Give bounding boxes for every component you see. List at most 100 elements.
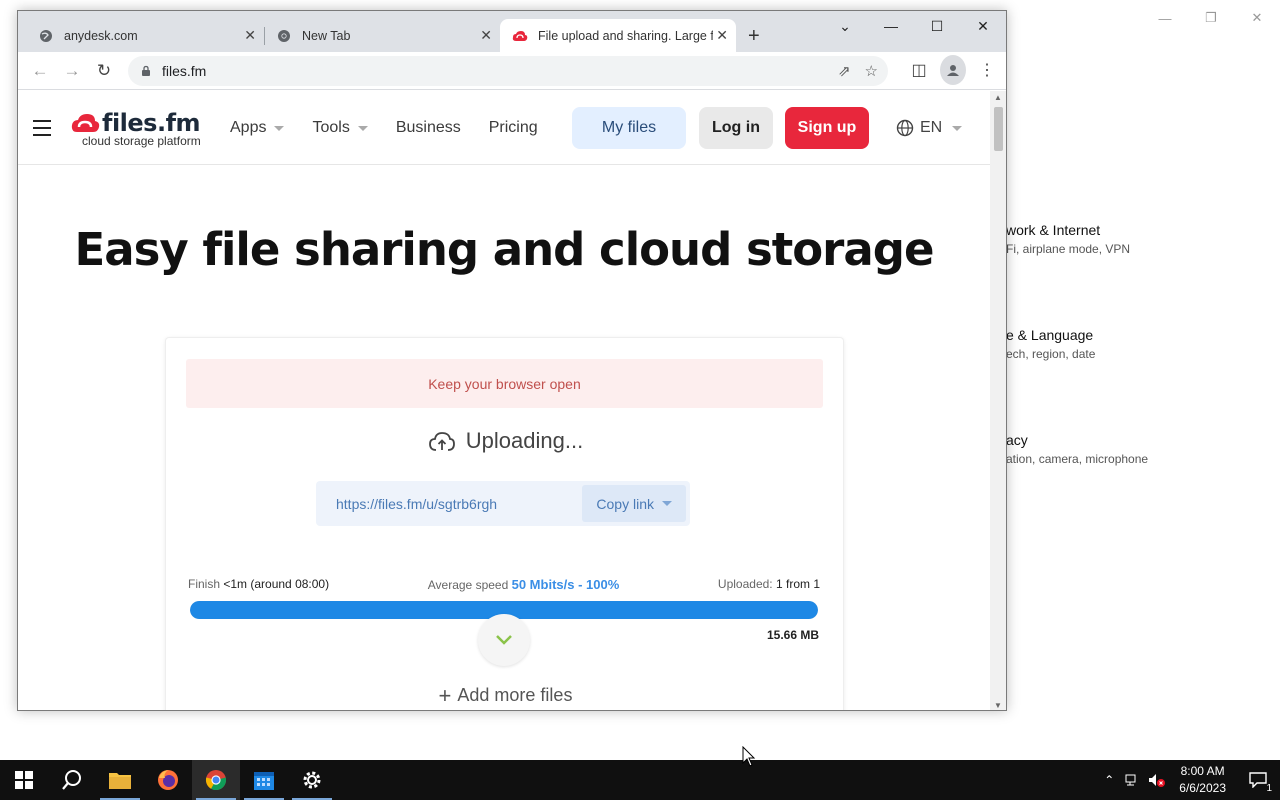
notification-center-icon[interactable]: 1 — [1236, 772, 1280, 794]
chevron-up-icon[interactable]: ⌃ — [1097, 773, 1121, 787]
browser-window: anydesk.com ✕ New Tab ✕ File upload and … — [17, 10, 1007, 711]
menu-kebab-icon[interactable]: ⋮ — [974, 55, 1000, 85]
close-tab-icon[interactable]: ✕ — [480, 27, 492, 44]
settings-category-network[interactable]: work & Internet Fi, airplane mode, VPN — [1006, 222, 1130, 256]
logo-tagline: cloud storage platform — [82, 134, 201, 148]
nav-label: Business — [395, 119, 461, 136]
chrome-taskbar-icon[interactable] — [192, 760, 240, 800]
firefox-icon[interactable] — [144, 760, 192, 800]
system-tray: ⌃ 8:00 AM 6/6/2023 1 — [1097, 760, 1280, 800]
copy-link-button[interactable]: Copy link — [582, 485, 686, 522]
tab-filesfm[interactable]: File upload and sharing. Large fil ✕ — [500, 19, 736, 52]
filesfm-logo[interactable]: files.fm cloud storage platform — [70, 109, 201, 148]
clock[interactable]: 8:00 AM 6/6/2023 — [1169, 763, 1236, 797]
category-title: e & Language — [1006, 327, 1094, 343]
my-files-button[interactable]: My files — [572, 107, 686, 149]
average-speed: Average speed 50 Mbits/s - 100% — [428, 577, 620, 592]
close-icon[interactable]: ✕ — [1234, 8, 1280, 28]
settings-gear-icon[interactable] — [288, 760, 336, 800]
language-selector[interactable]: EN — [896, 119, 963, 137]
back-icon[interactable]: ← — [24, 55, 56, 87]
reload-icon[interactable]: ↻ — [88, 55, 120, 87]
speed-label: Average speed — [427, 578, 509, 592]
uploaded-count: Uploaded: 1 from 1 — [718, 577, 820, 592]
category-subtitle: ech, region, date — [1006, 347, 1096, 361]
category-title: acy — [1006, 432, 1028, 448]
browser-window-controls: ⌄ — ☐ ✕ — [822, 11, 1006, 41]
uploaded-value: 1 from 1 — [775, 577, 820, 591]
finish-value: <1m (around 08:00) — [223, 577, 330, 591]
chevron-down-icon — [274, 125, 285, 131]
upload-size: 15.66 MB — [766, 628, 819, 642]
mouse-cursor-icon — [742, 746, 756, 767]
nav-apps[interactable]: Apps — [230, 119, 285, 137]
language-code: EN — [920, 119, 943, 136]
new-tab-icon[interactable]: + — [748, 25, 760, 48]
close-icon[interactable]: ✕ — [960, 11, 1006, 41]
volume-muted-icon[interactable] — [1145, 773, 1169, 787]
file-explorer-icon[interactable] — [96, 760, 144, 800]
chrome-icon — [276, 28, 292, 44]
chevron-down-icon — [952, 125, 963, 131]
category-title: work & Internet — [1006, 222, 1101, 238]
nav-label: Tools — [312, 119, 350, 136]
restore-icon[interactable]: ❐ — [1188, 8, 1234, 28]
upload-stats: Finish <1m (around 08:00) Average speed … — [188, 577, 820, 592]
share-link[interactable]: https://files.fm/u/sgtrb6rgh — [316, 496, 582, 512]
address-text: files.fm — [162, 63, 207, 79]
scroll-down-icon[interactable]: ▼ — [994, 701, 1002, 710]
main-nav: Apps Tools Business Pricing — [230, 119, 538, 137]
tab-strip: anydesk.com ✕ New Tab ✕ File upload and … — [18, 11, 1006, 52]
tab-title: File upload and sharing. Large fil — [538, 28, 713, 43]
speed-value: 50 Mbits/s - 100% — [511, 577, 620, 592]
add-more-files-button[interactable]: + Add more files — [166, 683, 845, 709]
signup-button[interactable]: Sign up — [785, 107, 869, 149]
nav-tools[interactable]: Tools — [312, 119, 368, 137]
add-more-label: Add more files — [457, 685, 573, 705]
start-windows-icon[interactable] — [0, 760, 48, 800]
calendar-app-icon[interactable] — [240, 760, 288, 800]
settings-category-privacy[interactable]: acy ation, camera, microphone — [1006, 432, 1148, 466]
finish-label: Finish — [188, 577, 221, 591]
tab-search-icon[interactable]: ⌄ — [822, 11, 868, 41]
upload-status-text: Uploading... — [465, 428, 584, 453]
scroll-up-icon[interactable]: ▲ — [994, 93, 1002, 102]
share-icon[interactable]: ⇗ — [838, 62, 851, 80]
close-tab-icon[interactable]: ✕ — [244, 27, 256, 44]
scroll-thumb[interactable] — [994, 107, 1003, 151]
tab-anydesk[interactable]: anydesk.com ✕ — [26, 19, 264, 52]
category-subtitle: ation, camera, microphone — [1006, 452, 1149, 466]
chevron-down-icon — [357, 125, 368, 131]
globe-icon — [38, 28, 54, 44]
browser-toolbar: ← → ↻ files.fm ⇗ ☆ ◫ ⋮ — [18, 52, 1006, 90]
keep-browser-open-alert: Keep your browser open — [186, 359, 823, 408]
minimize-icon[interactable]: — — [1142, 8, 1188, 28]
address-bar[interactable]: files.fm ⇗ ☆ — [128, 56, 888, 86]
forward-icon[interactable]: → — [56, 55, 88, 87]
hamburger-menu-icon[interactable] — [33, 120, 51, 136]
settings-category-language[interactable]: e & Language ech, region, date — [1006, 327, 1095, 361]
upload-card: Keep your browser open Uploading... http… — [165, 337, 845, 710]
page-viewport: files.fm cloud storage platform Apps Too… — [18, 91, 990, 710]
login-button[interactable]: Log in — [699, 107, 773, 149]
bookmark-star-icon[interactable]: ☆ — [865, 62, 878, 80]
hero-title: Easy file sharing and cloud storage — [74, 223, 935, 276]
profile-icon[interactable] — [940, 55, 966, 85]
logo-text: files.fm — [102, 109, 201, 137]
tab-title: New Tab — [302, 28, 351, 43]
chevron-down-icon — [662, 501, 672, 506]
nav-pricing[interactable]: Pricing — [489, 119, 538, 137]
category-subtitle: Fi, airplane mode, VPN — [1006, 242, 1131, 256]
side-panel-icon[interactable]: ◫ — [906, 55, 932, 85]
nav-business[interactable]: Business — [396, 119, 461, 137]
page-scrollbar[interactable]: ▲ ▼ — [990, 91, 1006, 710]
nav-label: Pricing — [488, 119, 538, 136]
tab-new-tab[interactable]: New Tab ✕ — [264, 19, 500, 52]
network-icon[interactable] — [1121, 773, 1145, 787]
close-tab-icon[interactable]: ✕ — [716, 27, 728, 44]
expand-files-button[interactable] — [478, 614, 530, 666]
minimize-icon[interactable]: — — [868, 11, 914, 41]
search-icon[interactable] — [48, 760, 96, 800]
plus-icon: + — [438, 683, 452, 708]
maximize-icon[interactable]: ☐ — [914, 11, 960, 41]
